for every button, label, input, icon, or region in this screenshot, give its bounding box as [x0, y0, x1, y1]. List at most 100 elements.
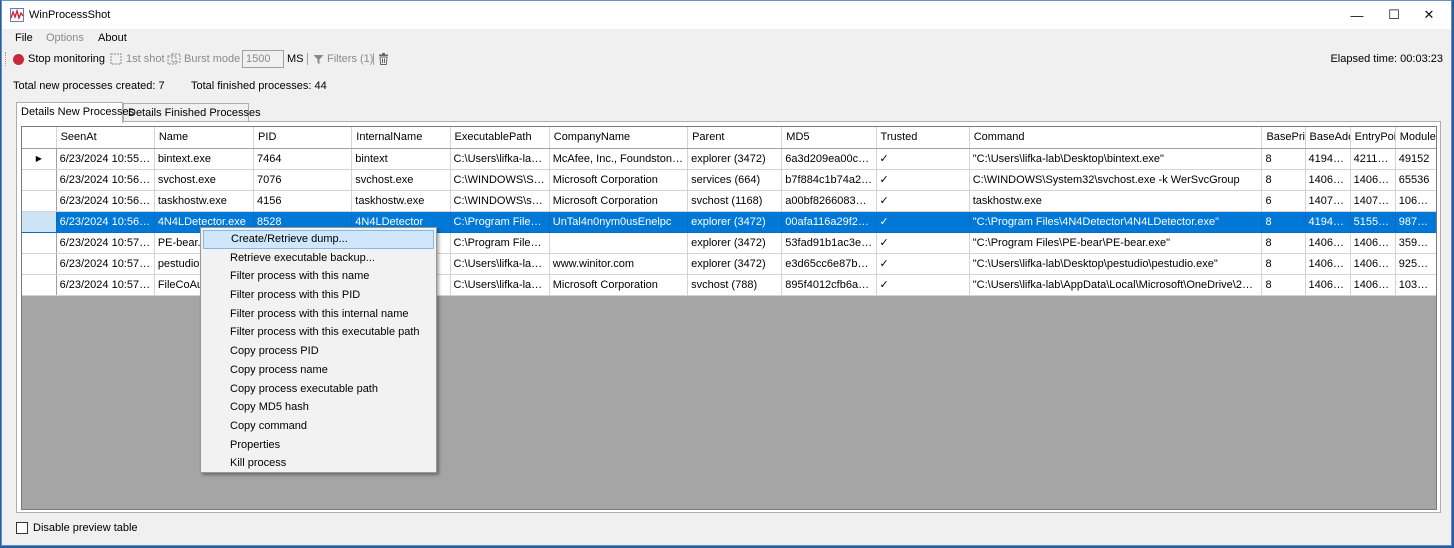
- column-header[interactable]: Parent: [687, 127, 783, 149]
- table-cell[interactable]: 6/23/2024 10:57:39...: [56, 253, 155, 275]
- table-cell[interactable]: McAfee, Inc., Foundstone, I...: [549, 148, 689, 170]
- table-cell[interactable]: b7f884c1b74a263...: [781, 169, 877, 191]
- table-cell[interactable]: 6a3d209ea00cdf6...: [781, 148, 877, 170]
- table-cell[interactable]: 49152: [1395, 148, 1436, 170]
- burst-interval-input[interactable]: 1500: [242, 50, 284, 68]
- table-cell[interactable]: "C:\Program Files\4N4Detector\4N4LDetect…: [969, 211, 1263, 233]
- table-cell[interactable]: 3596288: [1395, 232, 1436, 254]
- disable-preview-toggle[interactable]: Disable preview table: [16, 522, 138, 534]
- column-header[interactable]: CompanyName: [549, 127, 689, 149]
- table-cell[interactable]: 140701...: [1305, 190, 1351, 212]
- table-cell[interactable]: 140699...: [1305, 274, 1351, 296]
- table-cell[interactable]: 7076: [253, 169, 353, 191]
- table-cell[interactable]: 1036288: [1395, 274, 1436, 296]
- table-cell[interactable]: e3d65cc6e87b612...: [781, 253, 877, 275]
- table-cell[interactable]: svchost (788): [687, 274, 783, 296]
- close-button[interactable]: ✕: [1406, 1, 1452, 29]
- table-cell[interactable]: ✓: [876, 211, 970, 233]
- row-header[interactable]: [22, 232, 57, 254]
- row-header[interactable]: [22, 253, 57, 275]
- column-header[interactable]: Command: [969, 127, 1263, 149]
- row-header[interactable]: [22, 211, 57, 233]
- menu-options[interactable]: Options: [46, 32, 84, 44]
- table-cell[interactable]: ✓: [876, 169, 970, 191]
- table-cell[interactable]: 6/23/2024 10:57:04...: [56, 232, 155, 254]
- context-menu-item[interactable]: Copy MD5 hash: [203, 398, 434, 417]
- table-cell[interactable]: bintext: [351, 148, 451, 170]
- column-header[interactable]: EntryPoi: [1350, 127, 1396, 149]
- table-cell[interactable]: C:\WINDOWS\Syst...: [450, 169, 550, 191]
- table-cell[interactable]: taskhostw.exe: [969, 190, 1263, 212]
- table-cell[interactable]: 8: [1261, 211, 1306, 233]
- table-cell[interactable]: "C:\Users\lifka-lab\AppData\Local\Micros…: [969, 274, 1263, 296]
- table-cell[interactable]: bintext.exe: [154, 148, 255, 170]
- table-cell[interactable]: "C:\Users\lifka-lab\Desktop\bintext.exe": [969, 148, 1263, 170]
- table-cell[interactable]: UnTal4n0nym0usEnelpc: [549, 211, 689, 233]
- context-menu-item[interactable]: Copy process PID: [203, 342, 434, 361]
- table-cell[interactable]: taskhostw.exe: [351, 190, 451, 212]
- column-header[interactable]: ExecutablePath: [450, 127, 550, 149]
- table-cell[interactable]: 4194304: [1305, 211, 1351, 233]
- table-cell[interactable]: 140696...: [1305, 169, 1351, 191]
- table-cell[interactable]: Microsoft Corporation: [549, 190, 689, 212]
- table-cell[interactable]: explorer (3472): [687, 253, 783, 275]
- table-cell[interactable]: 8: [1261, 274, 1306, 296]
- column-header[interactable]: InternalName: [351, 127, 451, 149]
- table-cell[interactable]: 5155392: [1350, 211, 1396, 233]
- column-header[interactable]: BasePric: [1261, 127, 1306, 149]
- context-menu-item[interactable]: Filter process with this internal name: [203, 305, 434, 324]
- table-cell[interactable]: 14069...: [1350, 169, 1396, 191]
- row-header[interactable]: [22, 274, 57, 296]
- table-cell[interactable]: C:\Users\lifka-lab\...: [450, 148, 550, 170]
- context-menu-item[interactable]: Copy command: [203, 417, 434, 436]
- context-menu-item[interactable]: Create/Retrieve dump...: [203, 230, 434, 249]
- column-header[interactable]: BaseAdc: [1305, 127, 1351, 149]
- table-cell[interactable]: "C:\Program Files\PE-bear\PE-bear.exe": [969, 232, 1263, 254]
- table-cell[interactable]: C:\Users\lifka-lab\...: [450, 253, 550, 275]
- table-cell[interactable]: 925696: [1395, 253, 1436, 275]
- context-menu-item[interactable]: Filter process with this name: [203, 267, 434, 286]
- table-cell[interactable]: ✓: [876, 232, 970, 254]
- table-cell[interactable]: C:\Program Files\...: [450, 232, 550, 254]
- table-cell[interactable]: services (664): [687, 169, 783, 191]
- table-cell[interactable]: 8: [1261, 169, 1306, 191]
- table-cell[interactable]: C:\Program Files\4...: [450, 211, 550, 233]
- table-cell[interactable]: 14070...: [1350, 190, 1396, 212]
- context-menu-item[interactable]: Kill process: [203, 454, 434, 473]
- table-cell[interactable]: 14069...: [1350, 274, 1396, 296]
- table-cell[interactable]: [549, 232, 689, 254]
- checkbox[interactable]: [16, 522, 28, 534]
- context-menu-item[interactable]: Copy process name: [203, 361, 434, 380]
- table-cell[interactable]: 987136: [1395, 211, 1436, 233]
- table-cell[interactable]: 6/23/2024 10:55:56...: [56, 148, 155, 170]
- tab-new-processes[interactable]: Details New Processes: [16, 102, 134, 123]
- table-cell[interactable]: "C:\Users\lifka-lab\Desktop\pestudio\pes…: [969, 253, 1263, 275]
- table-row[interactable]: 6/23/2024 10:56:40... svchost.exe 7076 svch…: [22, 169, 1436, 191]
- table-cell[interactable]: ✓: [876, 274, 970, 296]
- table-cell[interactable]: 65536: [1395, 169, 1436, 191]
- table-cell[interactable]: taskhostw.exe: [154, 190, 255, 212]
- table-cell[interactable]: 14069...: [1350, 232, 1396, 254]
- table-cell[interactable]: ✓: [876, 190, 970, 212]
- column-header[interactable]: Name: [154, 127, 255, 149]
- column-header[interactable]: Trusted: [876, 127, 970, 149]
- column-header[interactable]: SeenAt: [56, 127, 155, 149]
- table-cell[interactable]: 14069...: [1350, 253, 1396, 275]
- menu-about[interactable]: About: [98, 32, 127, 44]
- table-cell[interactable]: svchost.exe: [154, 169, 255, 191]
- tab-finished-processes[interactable]: Details Finished Processes: [123, 103, 261, 122]
- stop-monitoring-button[interactable]: Stop monitoring: [13, 51, 105, 67]
- menu-file[interactable]: File: [15, 32, 33, 44]
- table-cell[interactable]: 8: [1261, 253, 1306, 275]
- column-header[interactable]: ModuleI: [1395, 127, 1436, 149]
- table-cell[interactable]: C:\Users\lifka-lab\...: [450, 274, 550, 296]
- table-cell[interactable]: www.winitor.com: [549, 253, 689, 275]
- table-cell[interactable]: 6/23/2024 10:56:40...: [56, 169, 155, 191]
- first-shot-button[interactable]: 1st shot: [110, 51, 165, 67]
- row-header[interactable]: [22, 169, 57, 191]
- table-cell[interactable]: svchost (1168): [687, 190, 783, 212]
- table-cell[interactable]: 7464: [253, 148, 353, 170]
- table-cell[interactable]: explorer (3472): [687, 148, 783, 170]
- context-menu-item[interactable]: Filter process with this PID: [203, 286, 434, 305]
- table-cell[interactable]: 00afa116a29f2b3...: [781, 211, 877, 233]
